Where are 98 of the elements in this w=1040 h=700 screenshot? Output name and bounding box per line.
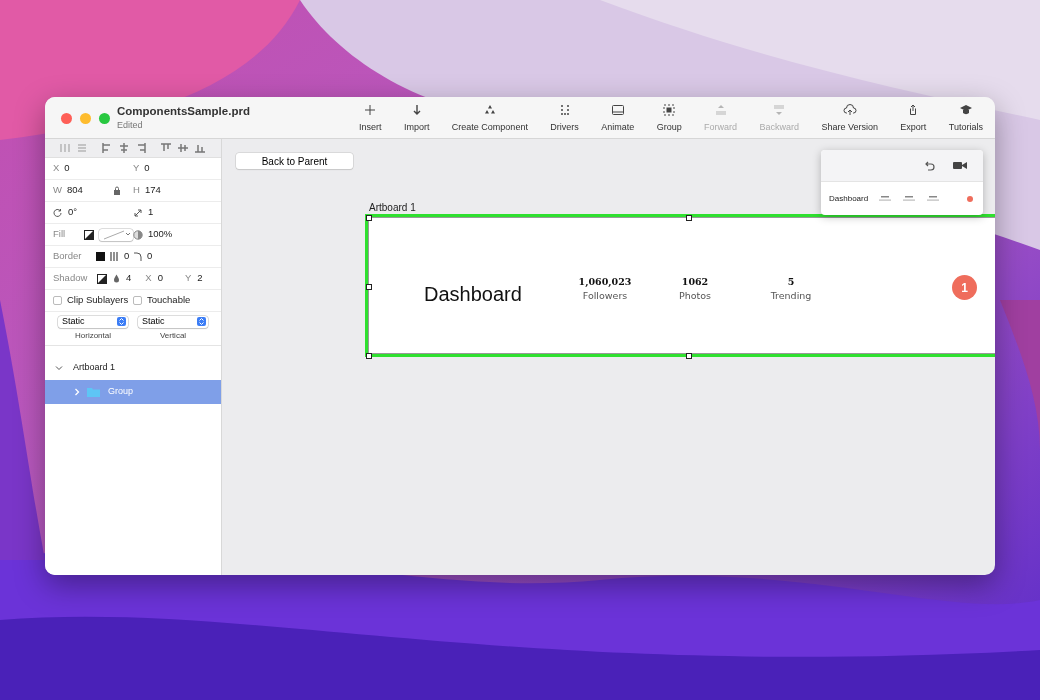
align-middle-icon[interactable] <box>177 142 189 154</box>
layer-row[interactable]: Artboard 1 <box>45 356 221 380</box>
field-label: W <box>53 183 62 198</box>
artboard-label: Artboard 1 <box>369 201 416 215</box>
notification-badge: 1 <box>952 275 977 300</box>
align-top-icon[interactable] <box>160 142 172 154</box>
field-value[interactable]: 174 <box>144 183 161 198</box>
field-value[interactable]: 1 <box>148 205 154 220</box>
resize-arrow-icon <box>133 207 143 218</box>
chevron-right-icon <box>73 388 81 396</box>
artboard[interactable]: Dashboard 1,060,023 Followers 1062 Photos 5 Trending 1 <box>365 214 995 357</box>
dropdown-caption: Vertical <box>158 329 188 342</box>
resize-handle[interactable] <box>366 353 372 359</box>
color-picker[interactable] <box>99 228 133 241</box>
corner-radius-icon <box>133 252 142 261</box>
field-value[interactable]: 0° <box>68 205 78 220</box>
document-status: Edited <box>117 118 144 132</box>
dropdown-caption: Horizontal <box>74 329 112 342</box>
toolbar-button[interactable]: Tutorials <box>946 97 985 138</box>
field-label: Fill <box>53 227 67 242</box>
dropdown[interactable]: Static <box>58 315 128 328</box>
toolbar-button[interactable]: Share Version <box>819 97 880 138</box>
field-label: X <box>145 271 152 286</box>
caret-icon <box>125 232 131 237</box>
resize-handle[interactable] <box>366 215 372 221</box>
window-title: ComponentsSample.prd <box>117 105 251 119</box>
preview-stat-drawing <box>879 196 891 202</box>
stat-label: Trending <box>769 289 813 304</box>
field-value[interactable]: 0 <box>64 161 70 176</box>
field-value[interactable]: 4 <box>126 271 132 286</box>
toolbar-button[interactable]: Group <box>654 97 684 138</box>
graduation-cap-icon <box>958 103 973 117</box>
lock-icon[interactable] <box>113 186 121 195</box>
border-width-icon <box>110 252 119 261</box>
resize-handle[interactable] <box>366 284 372 290</box>
back-button[interactable]: Back to Parent <box>236 153 353 169</box>
field-label: Y <box>184 271 192 286</box>
checkbox-label[interactable]: Clip Sublayers <box>67 293 129 308</box>
preview-stat-drawing <box>903 196 915 202</box>
undo-icon[interactable] <box>923 160 935 171</box>
blur-drop-icon <box>113 274 120 283</box>
resize-handle[interactable] <box>686 215 692 221</box>
no-fill-swatch-icon <box>103 229 125 240</box>
stat-value: 1062 <box>680 275 710 289</box>
stat-label: Photos <box>677 289 713 304</box>
field-label: Y <box>133 161 140 176</box>
field-label: Border <box>53 249 83 264</box>
layer-up-icon <box>713 103 728 117</box>
field-label: H <box>133 183 140 198</box>
field-value[interactable]: 2 <box>197 271 203 286</box>
toolbar-button[interactable]: Insert <box>357 97 384 138</box>
stepper-arrows-icon <box>197 317 206 326</box>
maximize-button[interactable] <box>99 113 110 124</box>
align-left-icon[interactable] <box>101 142 113 154</box>
toolbar-button[interactable]: Animate <box>599 97 637 138</box>
stat-value: 5 <box>786 275 796 289</box>
stepper-arrows-icon <box>117 317 126 326</box>
checkbox[interactable] <box>53 296 62 305</box>
field-value[interactable]: 100% <box>148 227 173 242</box>
field-value[interactable]: 804 <box>66 183 83 198</box>
resize-handle[interactable] <box>686 353 692 359</box>
rotate-icon <box>53 207 63 218</box>
checkbox[interactable] <box>133 296 142 305</box>
plus-icon <box>363 103 378 117</box>
toolbar-button[interactable]: Create Component <box>449 97 530 138</box>
screen-icon <box>610 103 625 117</box>
border-swatch-icon <box>96 252 105 261</box>
checkbox-label[interactable]: Touchable <box>147 293 191 308</box>
fill-swatch-icon <box>84 229 94 240</box>
folder-icon <box>87 387 100 397</box>
layer-down-icon <box>772 103 787 117</box>
toolbar-button[interactable]: Drivers <box>548 97 581 138</box>
field-label: Shadow <box>53 271 89 286</box>
cloud-upload-icon <box>842 103 857 117</box>
stat-value: 1,060,023 <box>577 275 633 289</box>
toolbar-button[interactable]: Import <box>401 97 432 138</box>
preview-badge-icon <box>967 196 973 202</box>
preview-title: Dashboard <box>829 193 869 205</box>
opacity-icon <box>133 229 143 240</box>
dropdown[interactable]: Static <box>138 315 208 328</box>
field-value[interactable]: 0 <box>157 271 163 286</box>
close-button[interactable] <box>61 113 72 124</box>
triangles-icon <box>482 103 497 117</box>
field-value[interactable]: 0 <box>124 249 130 264</box>
field-value[interactable]: 0 <box>147 249 153 264</box>
stat-label: Followers <box>581 289 629 304</box>
align-right-icon[interactable] <box>135 142 147 154</box>
group-icon <box>662 103 677 117</box>
field-value[interactable]: 0 <box>144 161 150 176</box>
video-camera-icon[interactable] <box>953 161 967 170</box>
dashboard-title: Dashboard <box>424 282 522 307</box>
chevron-down-icon <box>55 364 63 372</box>
align-bottom-icon[interactable] <box>194 142 206 154</box>
field-label: X <box>53 161 60 176</box>
align-center-icon[interactable] <box>118 142 130 154</box>
toolbar-button[interactable]: Export <box>898 97 929 138</box>
preview-stat-drawing <box>927 196 939 202</box>
shadow-swatch-icon <box>97 273 107 284</box>
